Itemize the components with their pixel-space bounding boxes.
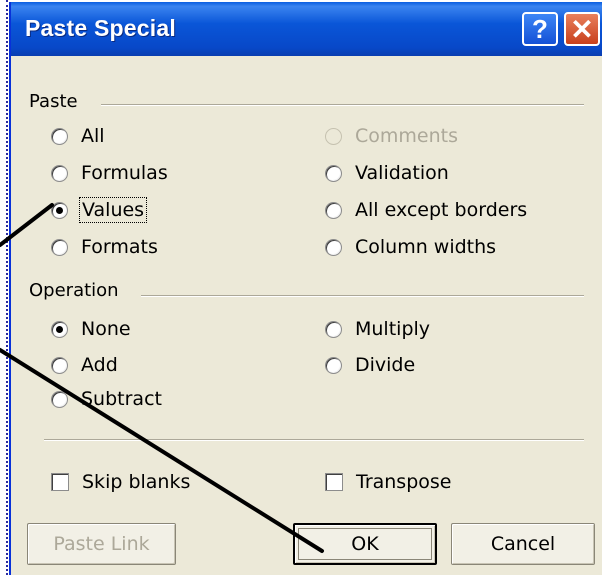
- close-icon: ✕: [570, 13, 594, 45]
- radio-comments-button[interactable]: [325, 127, 342, 145]
- paste-link-label: Paste Link: [53, 533, 150, 555]
- radio-formulas-label: Formulas: [81, 162, 168, 184]
- cancel-label: Cancel: [490, 533, 556, 555]
- radio-formats[interactable]: Formats: [51, 234, 158, 260]
- radio-multiply[interactable]: Multiply: [325, 316, 430, 342]
- radio-all-except-borders-button[interactable]: [325, 201, 342, 219]
- paste-group-label: Paste: [29, 91, 82, 112]
- operation-group-label: Operation: [29, 280, 123, 301]
- radio-subtract-label: Subtract: [81, 388, 162, 410]
- radio-column-widths[interactable]: Column widths: [325, 234, 496, 260]
- radio-formulas[interactable]: Formulas: [51, 160, 168, 186]
- skip-blanks-checkbox[interactable]: [51, 473, 69, 491]
- spreadsheet-edge: [0, 0, 8, 575]
- radio-formats-button[interactable]: [51, 238, 68, 256]
- radio-all[interactable]: All: [51, 123, 105, 149]
- radio-formulas-button[interactable]: [51, 164, 68, 182]
- radio-add-label: Add: [81, 354, 118, 376]
- radio-validation[interactable]: Validation: [325, 160, 449, 186]
- radio-validation-button[interactable]: [325, 164, 342, 182]
- radio-values-button[interactable]: [51, 201, 68, 219]
- radio-all-except-borders[interactable]: All except borders: [325, 197, 527, 223]
- paste-group-border: [101, 104, 584, 106]
- transpose-label: Transpose: [356, 471, 452, 493]
- skip-blanks-label: Skip blanks: [82, 471, 191, 493]
- radio-values[interactable]: Values: [51, 197, 148, 223]
- checkbox-transpose[interactable]: Transpose: [325, 469, 451, 495]
- help-icon: ?: [532, 13, 548, 44]
- radio-comments[interactable]: Comments: [325, 123, 458, 149]
- paste-link-button[interactable]: Paste Link: [27, 523, 176, 565]
- radio-none-label: None: [81, 318, 131, 340]
- radio-none-button[interactable]: [51, 320, 68, 338]
- radio-divide-label: Divide: [355, 354, 416, 376]
- radio-column-widths-button[interactable]: [325, 238, 342, 256]
- help-button[interactable]: ?: [522, 12, 558, 46]
- ok-label: OK: [351, 533, 379, 555]
- operation-group-border: [141, 295, 584, 297]
- radio-multiply-label: Multiply: [355, 318, 431, 340]
- radio-all-label: All: [81, 125, 105, 147]
- radio-multiply-button[interactable]: [325, 320, 342, 338]
- radio-validation-label: Validation: [355, 162, 449, 184]
- dialog-title: Paste Special: [25, 15, 176, 41]
- separator: [44, 439, 584, 441]
- radio-add-button[interactable]: [51, 356, 68, 374]
- title-bar[interactable]: Paste Special ? ✕: [11, 2, 602, 56]
- radio-divide[interactable]: Divide: [325, 352, 415, 378]
- transpose-checkbox[interactable]: [325, 473, 343, 491]
- radio-all-except-borders-label: All except borders: [355, 199, 528, 221]
- paste-special-dialog: Paste Special ? ✕ Paste All Formulas Val…: [9, 2, 602, 575]
- radio-column-widths-label: Column widths: [355, 236, 497, 258]
- radio-subtract-button[interactable]: [51, 390, 68, 408]
- radio-formats-label: Formats: [81, 236, 158, 258]
- radio-divide-button[interactable]: [325, 356, 342, 374]
- cancel-button[interactable]: Cancel: [451, 523, 595, 565]
- radio-none[interactable]: None: [51, 316, 131, 342]
- checkbox-skip-blanks[interactable]: Skip blanks: [51, 469, 190, 495]
- radio-all-button[interactable]: [51, 127, 68, 145]
- radio-subtract[interactable]: Subtract: [51, 386, 162, 412]
- radio-values-label: Values: [78, 197, 148, 223]
- radio-add[interactable]: Add: [51, 352, 118, 378]
- close-button[interactable]: ✕: [564, 12, 600, 46]
- radio-comments-label: Comments: [355, 125, 458, 147]
- ok-button[interactable]: OK: [293, 523, 437, 565]
